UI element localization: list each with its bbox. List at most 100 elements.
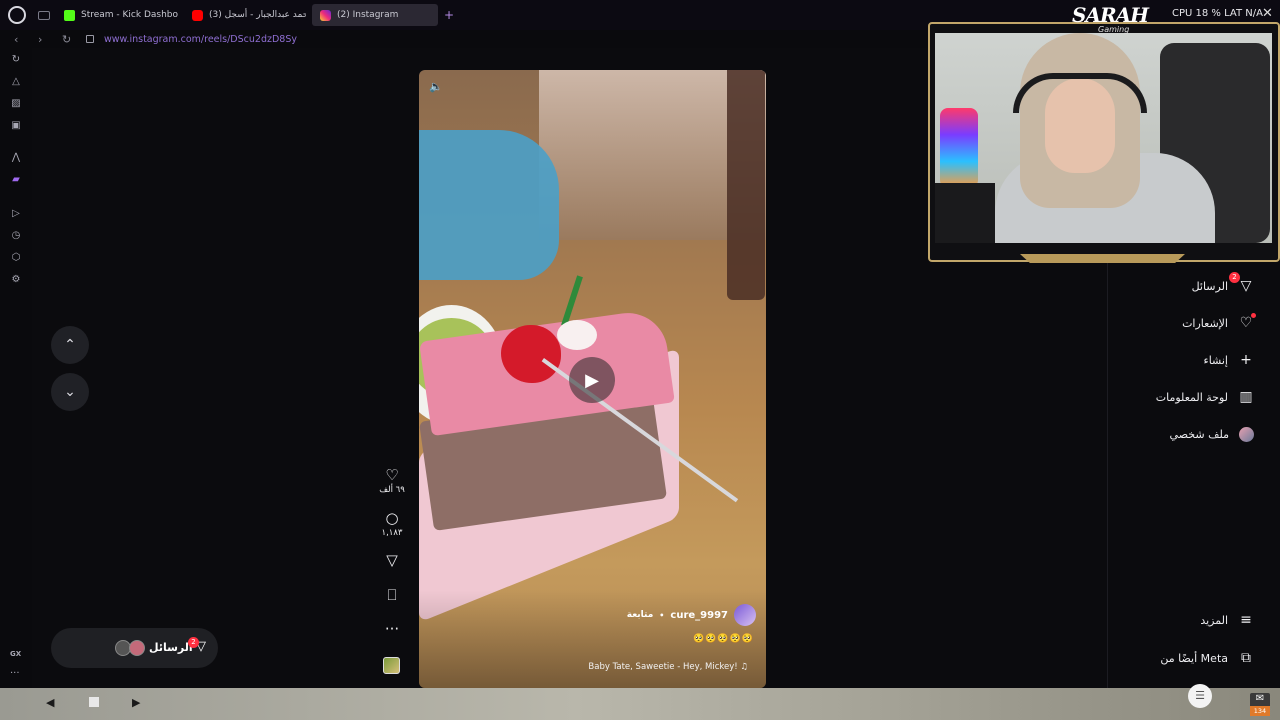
nav-label: المزيد	[1200, 613, 1228, 627]
messages-label: الرسائل	[149, 641, 193, 654]
kick-icon	[64, 9, 75, 21]
author-avatar[interactable]	[734, 604, 756, 626]
nav-label: أيضًا من Meta	[1160, 651, 1228, 665]
unread-badge: 2	[188, 637, 199, 648]
menu-icon: ≡	[1240, 612, 1252, 628]
chevron-up-icon: ⌃	[64, 337, 76, 353]
wallet-icon[interactable]: ▨	[10, 98, 22, 110]
stop-icon[interactable]	[89, 697, 99, 707]
play-icon: ▶	[585, 369, 599, 391]
opera-gx-logo-icon[interactable]	[8, 6, 26, 24]
window-close-button[interactable]: ✕	[1262, 6, 1273, 21]
lock-icon	[86, 35, 94, 43]
tab-label: Stream - Kick Dashboard	[81, 10, 178, 20]
nav-label: الرسائل	[1191, 279, 1228, 293]
share-button[interactable]: ▽	[375, 551, 409, 569]
tab-kick-dashboard[interactable]: Stream - Kick Dashboard	[56, 4, 178, 26]
tab-label: (3) محمد عبدالجبار - أسجل	[209, 10, 306, 20]
nav-dashboard[interactable]: لوحة المعلومات ▥	[1156, 389, 1254, 405]
next-reel-button[interactable]: ⌄	[51, 373, 89, 411]
rgb-microphone	[940, 108, 978, 188]
comment-button[interactable]: ○ ١,١٨٣	[375, 509, 409, 538]
instagram-icon	[320, 9, 331, 21]
profile-avatar	[1239, 427, 1254, 442]
strawberry	[501, 325, 561, 383]
url-field[interactable]: www.instagram.com/reels/DScu2dzD8Sy	[104, 34, 297, 45]
webcam-feed	[935, 33, 1272, 243]
extensions-icon[interactable]: ⬡	[10, 252, 22, 264]
more-icon[interactable]: ···	[10, 668, 20, 679]
follow-button[interactable]: متابعة	[627, 610, 654, 620]
previous-reel-button[interactable]: ⌃	[51, 326, 89, 364]
reel-caption: 🥺🥺🥺🥺🥺	[692, 634, 754, 644]
youtube-icon	[192, 9, 203, 21]
author-username[interactable]: cure_9997	[670, 610, 728, 621]
background-person	[419, 130, 559, 280]
send-icon: ▽	[386, 551, 398, 569]
chevron-down-icon: ⌄	[64, 384, 76, 400]
ellipsis-icon: ···	[384, 620, 400, 638]
nav-more[interactable]: المزيد ≡	[1200, 612, 1254, 628]
heart-icon: ♡	[1238, 313, 1256, 331]
nav-also-from-meta[interactable]: أيضًا من Meta ⧉	[1160, 650, 1254, 666]
comment-count: ١,١٨٣	[381, 528, 403, 538]
back-icon[interactable]: ‹	[14, 33, 24, 46]
tab-overview-icon[interactable]	[38, 10, 50, 20]
nav-label: ملف شخصي	[1169, 428, 1229, 441]
play-button[interactable]: ▶	[569, 357, 615, 403]
like-count: ٦٩ ألف	[379, 485, 405, 495]
tab-youtube[interactable]: (3) محمد عبدالجبار - أسجل	[184, 4, 306, 26]
comment-icon: ○	[385, 509, 399, 527]
reel-video[interactable]: 🔈 ▶ cure_9997 • متابعة 🥺🥺🥺🥺🥺 Baby Tate, …	[419, 70, 766, 688]
more-options-button[interactable]: ···	[375, 620, 409, 638]
nav-profile[interactable]: ملف شخصي	[1170, 427, 1254, 442]
unread-badge: 2	[1229, 272, 1240, 283]
messages-pill[interactable]: الرسائل ▽ 2	[51, 628, 218, 668]
save-button[interactable]: ⎕	[375, 586, 409, 604]
tab-label: (2) Instagram	[337, 10, 399, 20]
mail-count-badge: 134	[1250, 706, 1270, 716]
arc-icon[interactable]: ⋀	[10, 152, 22, 164]
heart-icon: ♡	[385, 466, 399, 484]
like-button[interactable]: ♡ ٦٩ ألف	[375, 466, 409, 495]
mute-icon[interactable]: 🔈	[429, 80, 443, 93]
m-icon[interactable]: ▣	[10, 120, 22, 132]
settings-icon[interactable]: ⚙	[10, 274, 22, 286]
history-icon[interactable]: ◷	[10, 230, 22, 242]
stream-brand-logo: SARAH	[1072, 3, 1149, 27]
address-bar: ‹ › ↻ www.instagram.com/reels/DScu2dzD8S…	[0, 30, 930, 48]
cream-dollop	[557, 320, 597, 350]
nav-label: الإشعارات	[1182, 316, 1228, 330]
messages-icon: ▽ 2	[1229, 272, 1254, 294]
reel-audio[interactable]: Baby Tate, Saweetie - Hey, Mickey! ♫	[588, 662, 748, 672]
notification-dot	[1251, 313, 1256, 318]
webcam-trim	[1020, 254, 1185, 263]
plus-icon: +	[1240, 352, 1252, 368]
headphones	[1013, 73, 1147, 113]
forward-icon[interactable]: ›	[38, 33, 48, 46]
taskbar: ◀ ▶ ✉	[0, 688, 1280, 720]
reload-icon[interactable]: ↻	[62, 33, 72, 46]
separator-dot: •	[659, 610, 665, 620]
nav-label: إنشاء	[1203, 353, 1228, 367]
previous-track-icon[interactable]: ◀	[46, 696, 54, 709]
reel-author: cure_9997 • متابعة	[627, 604, 756, 626]
bookmark-icon: ⎕	[387, 586, 397, 604]
chat-bubble-icon[interactable]: ☰	[1188, 684, 1212, 708]
player-icon[interactable]: ▷	[10, 208, 22, 220]
nav-create[interactable]: إنشاء +	[1204, 352, 1254, 368]
audio-thumbnail[interactable]	[383, 657, 400, 674]
dashboard-icon: ▥	[1239, 389, 1253, 405]
contact-avatar	[129, 640, 145, 656]
next-track-icon[interactable]: ▶	[132, 696, 140, 709]
gx-control-icon[interactable]: ↻	[10, 54, 22, 66]
nav-messages[interactable]: الرسائل ▽ 2	[1191, 272, 1254, 294]
apps-icon: ⧉	[1241, 650, 1251, 666]
gx-label: GX	[10, 650, 22, 658]
tab-instagram[interactable]: (2) Instagram	[312, 4, 438, 26]
flow-icon[interactable]: △	[10, 76, 22, 88]
nav-notifications[interactable]: الإشعارات ♡	[1182, 313, 1256, 331]
twitch-icon[interactable]: ▰	[10, 174, 22, 186]
performance-readout: CPU 18 % LAT N/A	[1172, 8, 1263, 19]
new-tab-button[interactable]: +	[442, 8, 456, 22]
